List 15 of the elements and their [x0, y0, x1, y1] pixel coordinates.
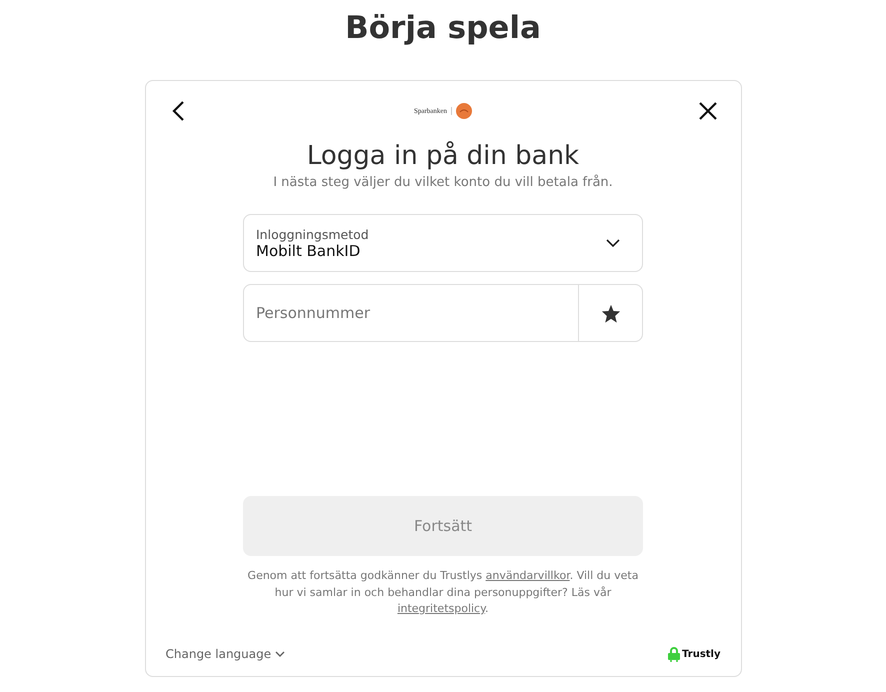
- bank-logo-icon: [456, 103, 472, 119]
- terms-link[interactable]: användarvillkor: [486, 569, 570, 582]
- terms-link[interactable]: integritetspolicy: [397, 602, 486, 615]
- padlock-icon: [667, 646, 682, 662]
- login-heading: Logga in på din bank: [306, 141, 580, 171]
- input-field[interactable]: Personnummer: [244, 285, 578, 341]
- chevron-down-icon: [606, 239, 620, 247]
- login-method-select[interactable]: Inloggningsmetod Mobilt BankID: [243, 214, 643, 272]
- chevron-down-icon: [275, 651, 286, 657]
- change-language-button[interactable]: Change language: [166, 647, 286, 661]
- brand-name: Trustly: [682, 648, 720, 660]
- page-title: Börja spela: [345, 9, 541, 48]
- login-subheading: I nästa steg väljer du vilket konto du vill betala från.: [273, 175, 613, 190]
- personal-number-field[interactable]: Personnummer: [243, 284, 643, 342]
- consent-text: Genom att fortsätta godkänner du Trustlys användarvillkor. Vill du veta hur vi samlar in och behandlar dina personuppgifter? Läs vår integritetspolicy.: [246, 568, 640, 617]
